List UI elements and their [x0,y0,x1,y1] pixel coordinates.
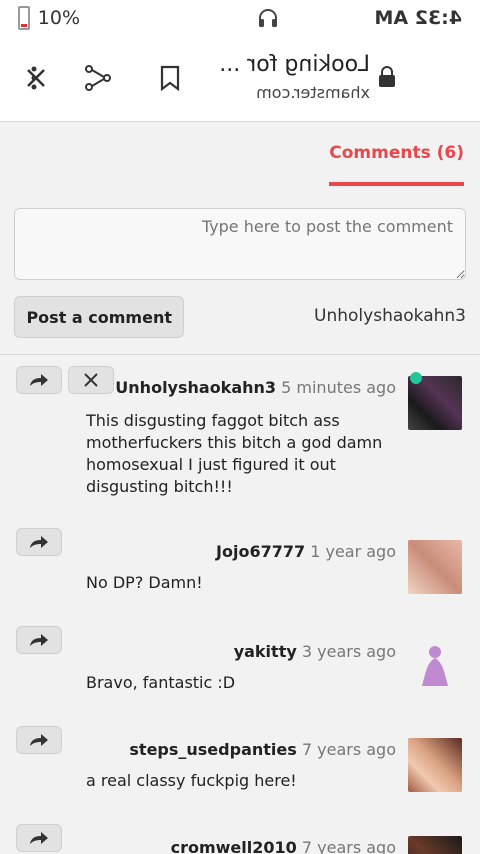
comment-input[interactable] [14,208,466,280]
comment-item: Unholyshaokahn3 5 minutes ago This disgu… [0,366,480,506]
comment-item: Jojo67777 1 year ago No DP? Damn! [0,528,480,620]
headset-icon [256,6,280,30]
comment-user[interactable]: Unholyshaokahn3 [115,378,276,397]
battery-icon [18,6,30,30]
comment-text: Bravo, fantastic :D [86,672,396,694]
comment-text: a real classy fuckpig here! [86,770,396,792]
tab-comments[interactable]: Comments (6) [329,140,464,186]
more-vert-icon [30,65,38,91]
reply-icon [28,632,50,648]
share-icon [83,63,113,93]
comment-user[interactable]: steps_usedpanties [129,740,296,759]
post-comment-button[interactable]: Post a comment [14,296,184,338]
status-time: 4:32 AM [374,7,463,29]
default-avatar-icon [422,646,448,686]
comment-time: 7 years ago [301,740,396,759]
lock-icon [378,66,396,88]
comment-item: yakitty 3 years ago Bravo, fantastic :D [0,626,480,720]
menu-button[interactable] [14,58,54,98]
reply-button[interactable] [16,626,62,654]
bookmark-icon [159,65,181,91]
post-comment-label: Post a comment [26,307,172,327]
comment-meta-inner: Unholyshaokahn3 5 minutes ago [115,378,396,397]
online-indicator [410,372,422,384]
comment-user[interactable]: cromwell2010 [171,838,297,854]
tab-comments-label: Comments (6) [329,143,464,163]
reply-icon [28,372,50,388]
comment-item: cromwell2010 7 years ago [0,824,480,854]
avatar[interactable] [408,376,462,430]
status-bar: 4:32 AM 10% [0,0,480,36]
commenter-username: Unholyshaokahn3 [314,306,466,326]
comment-meta-inner: steps_usedpanties 7 years ago [129,740,396,759]
comment-time: 3 years ago [301,642,396,661]
avatar[interactable] [408,640,462,694]
reply-button[interactable] [16,824,62,852]
comment-meta: Jojo67777 1 year ago [216,542,396,561]
comment-text-content: Bravo, fantastic :D [86,673,236,692]
comment-text-content: This disgusting faggot bitch ass motherf… [86,411,383,496]
comment-text-content: No DP? Damn! [86,573,203,592]
comment-meta-inner: Jojo67777 1 year ago [216,542,396,561]
commenter-username-text: Unholyshaokahn3 [314,306,466,326]
comment-text: This disgusting faggot bitch ass motherf… [86,410,396,498]
comment-time: 1 year ago [310,542,396,561]
comment-meta-inner: cromwell2010 7 years ago [171,838,396,854]
close-icon [83,372,99,388]
title-block[interactable]: Looking for ... xhamster.com [110,52,370,102]
reply-button[interactable] [16,366,62,394]
avatar[interactable] [408,836,462,854]
comment-meta: yakitty 3 years ago [234,642,396,661]
share-button[interactable] [78,58,118,98]
reply-icon [28,830,50,846]
page-url: xhamster.com [256,83,370,102]
browser-toolbar: Looking for ... xhamster.com [0,36,480,122]
page-title: Looking for ... [219,52,370,77]
comment-meta: steps_usedpanties 7 years ago [129,740,396,759]
bookmark-button[interactable] [150,58,190,98]
reply-button[interactable] [16,528,62,556]
comment-meta-inner: yakitty 3 years ago [234,642,396,661]
comment-user[interactable]: Jojo67777 [216,542,305,561]
comment-meta: cromwell2010 7 years ago [171,838,396,854]
divider [0,354,480,355]
comment-time: 7 years ago [301,838,396,854]
comment-time: 5 minutes ago [281,378,396,397]
comment-user[interactable]: yakitty [234,642,297,661]
avatar[interactable] [408,738,462,792]
comment-meta: Unholyshaokahn3 5 minutes ago [115,378,396,397]
battery-percent: 10% [38,7,81,29]
reply-icon [28,534,50,550]
delete-comment-button[interactable] [68,366,114,394]
reply-icon [28,732,50,748]
comment-text: No DP? Damn! [86,572,396,594]
avatar[interactable] [408,540,462,594]
reply-button[interactable] [16,726,62,754]
comment-text-content: a real classy fuckpig here! [86,771,297,790]
comment-item: steps_usedpanties 7 years ago a real cla… [0,726,480,818]
